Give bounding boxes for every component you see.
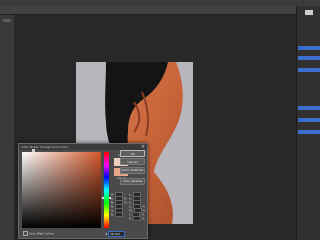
layer-selected-row[interactable] — [298, 56, 320, 60]
only-web-colors-label: Only Web Colors — [28, 231, 54, 236]
field-row-k: K:% — [129, 216, 145, 221]
layer-selected-row[interactable] — [298, 130, 320, 134]
right-panels — [296, 6, 320, 240]
checkbox[interactable] — [23, 231, 28, 236]
add-to-swatches-button[interactable]: Add to Swatches — [120, 167, 145, 174]
field-row-b2: B: — [111, 212, 127, 217]
hsb-rgb-fields: H: ° S:% B:% R: G: B: — [111, 192, 127, 217]
hex-row: # f8cdbf — [105, 231, 126, 237]
hue-slider[interactable] — [104, 152, 109, 228]
hex-label: # — [105, 232, 108, 236]
panel-icon[interactable] — [305, 10, 313, 15]
hex-input[interactable]: f8cdbf — [108, 231, 126, 237]
options-bar — [0, 6, 320, 15]
k-input[interactable] — [132, 216, 141, 221]
cancel-button[interactable]: Cancel — [120, 158, 145, 165]
move-tool-icon[interactable] — [3, 19, 11, 22]
layer-selected-row[interactable] — [298, 46, 320, 50]
color-field-marker[interactable] — [32, 149, 35, 152]
color-field[interactable] — [22, 152, 101, 228]
layer-selected-row[interactable] — [298, 118, 320, 122]
color-libraries-button[interactable]: Color Libraries — [120, 178, 145, 185]
tools-panel — [0, 15, 14, 240]
layer-selected-row[interactable] — [298, 106, 320, 110]
lab-cmyk-fields: L: a: b: C:% M:% Y:% K:% — [129, 192, 145, 221]
layer-selected-row[interactable] — [298, 68, 320, 72]
hue-slider-handle[interactable] — [102, 197, 111, 199]
only-web-colors[interactable]: Only Web Colors — [23, 231, 54, 236]
color-picker-dialog[interactable]: Color Picker (Foreground Color) × new cu… — [18, 143, 148, 239]
ok-button[interactable]: OK — [120, 150, 145, 157]
blue-input[interactable] — [115, 212, 124, 217]
